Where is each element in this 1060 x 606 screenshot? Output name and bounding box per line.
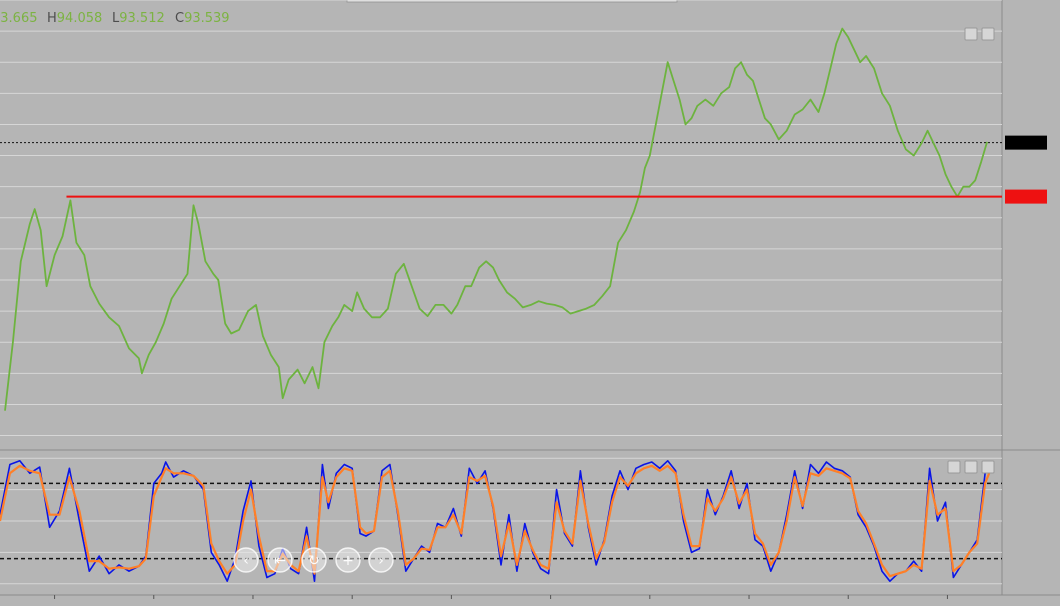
reset-zoom-button[interactable]: ↻	[301, 547, 327, 573]
ohlc-h: H94.058	[47, 11, 102, 26]
nav-glyph: ↻	[308, 553, 320, 569]
last-price-tag	[1005, 135, 1047, 150]
ohlc-key: C	[175, 11, 184, 26]
osc-close-button[interactable]	[964, 460, 978, 474]
nav-glyph: ›	[378, 553, 384, 569]
nav-glyph: +	[342, 553, 354, 569]
support-price-tag	[1005, 189, 1047, 204]
pane-info-button[interactable]	[964, 27, 978, 41]
chart-canvas: 93.665 H94.058 L93.512 C93.539 ‹ ⇤ ↻ + ›	[0, 0, 1060, 606]
nav-glyph: ‹	[243, 553, 249, 569]
ohlc-value: 94.058	[57, 11, 103, 26]
ohlc-value: 93.539	[184, 11, 230, 26]
scroll-right-button[interactable]: ›	[368, 547, 394, 573]
ohlc-key: H	[47, 11, 57, 26]
ohlc-l: L93.512	[112, 11, 165, 26]
ohlc-value: 93.512	[119, 11, 165, 26]
osc-info-button[interactable]	[947, 460, 961, 474]
scroll-left-button[interactable]: ‹	[233, 547, 259, 573]
pane-maximize-button[interactable]	[981, 27, 995, 41]
ohlc-open: 93.665	[0, 11, 38, 26]
nav-glyph: ⇤	[274, 553, 286, 569]
ohlc-value: 93.665	[0, 11, 38, 26]
osc-maximize-button[interactable]	[981, 460, 995, 474]
background	[0, 0, 1060, 606]
scroll-start-button[interactable]: ⇤	[267, 547, 293, 573]
zoom-in-button[interactable]: +	[335, 547, 361, 573]
ohlc-c: C93.539	[175, 11, 230, 26]
